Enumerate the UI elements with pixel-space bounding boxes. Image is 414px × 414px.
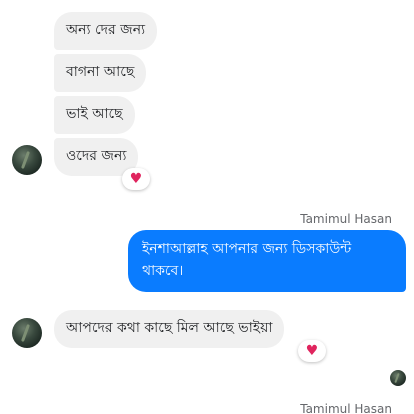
contact-avatar[interactable] <box>12 145 42 175</box>
chat-thread: অন্য দের জন্য বাগনা আছে ভাই আছে ওদের জন্… <box>0 0 414 414</box>
heart-reaction-icon[interactable]: ♥ <box>122 168 150 190</box>
sender-name: Tamimul Hasan <box>300 402 392 414</box>
outgoing-message[interactable]: ইনশাআল্লাহ আপনার জন্য ডিসকাউন্ট থাকবে। <box>128 230 406 292</box>
incoming-message[interactable]: অন্য দের জন্য <box>54 12 158 50</box>
contact-avatar[interactable] <box>12 318 42 348</box>
heart-icon: ♥ <box>129 171 143 187</box>
heart-icon: ♥ <box>305 343 319 359</box>
heart-reaction-icon[interactable]: ♥ <box>298 340 326 362</box>
incoming-message[interactable]: বাগনা আছে <box>54 54 147 92</box>
incoming-message[interactable]: আপদের কথা কাছে মিল আছে ভাইয়া <box>54 310 285 348</box>
incoming-message[interactable]: ভাই আছে <box>54 96 135 134</box>
seen-receipt-avatar <box>390 370 406 386</box>
sender-name: Tamimul Hasan <box>300 212 392 226</box>
